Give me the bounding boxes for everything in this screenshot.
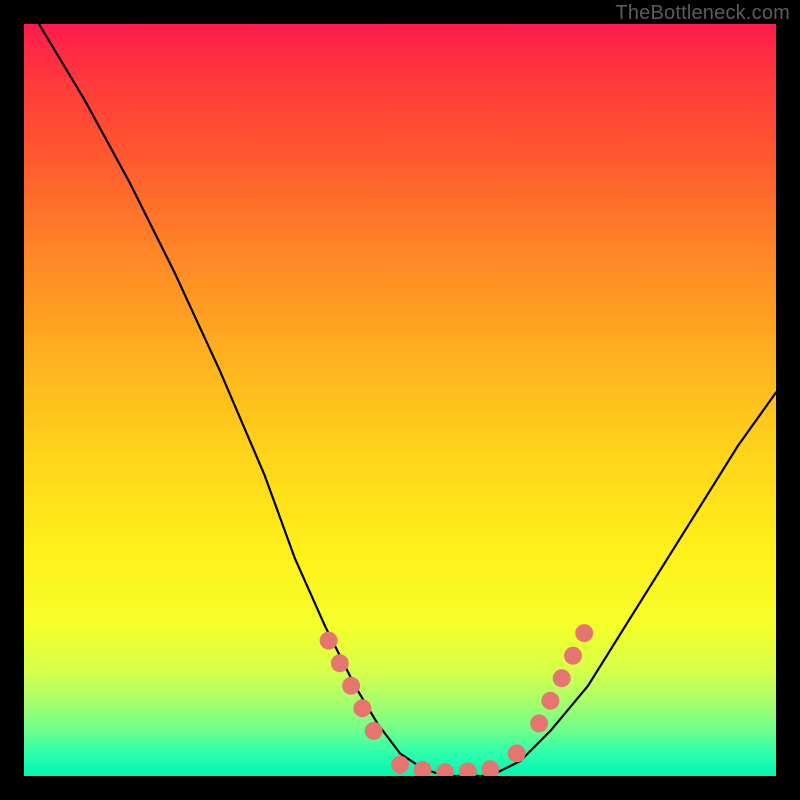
chart-frame: TheBottleneck.com xyxy=(0,0,800,800)
highlight-dot xyxy=(365,722,383,740)
highlight-dot xyxy=(553,669,571,687)
highlight-dot xyxy=(331,654,349,672)
highlight-dots xyxy=(320,624,594,776)
highlight-dot xyxy=(391,756,409,774)
highlight-dot xyxy=(459,763,477,777)
watermark-text: TheBottleneck.com xyxy=(615,2,790,25)
highlight-dot xyxy=(481,760,499,776)
chart-svg xyxy=(24,24,776,776)
highlight-dot xyxy=(436,763,454,776)
highlight-dot xyxy=(508,744,526,762)
highlight-dot xyxy=(530,714,548,732)
highlight-dot xyxy=(353,699,371,717)
bottleneck-curve xyxy=(39,24,776,776)
highlight-dot xyxy=(541,692,559,710)
highlight-dot xyxy=(575,624,593,642)
highlight-dot xyxy=(342,677,360,695)
highlight-dot xyxy=(564,647,582,665)
highlight-dot xyxy=(320,632,338,650)
plot-area xyxy=(24,24,776,776)
